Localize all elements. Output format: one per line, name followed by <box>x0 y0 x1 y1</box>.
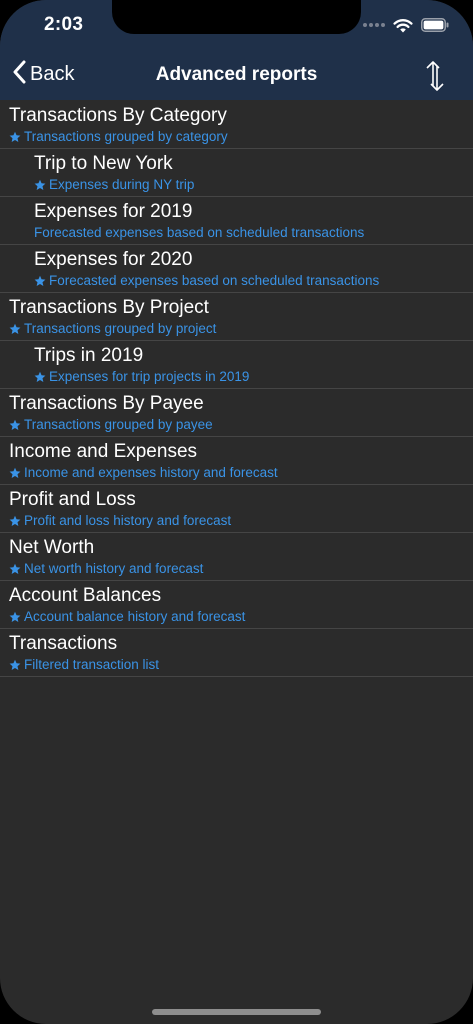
report-subtitle-line: Filtered transaction list <box>9 657 159 672</box>
report-subtitle-line: Transactions grouped by category <box>9 129 228 144</box>
sort-button[interactable] <box>423 60 447 92</box>
report-subtitle-line: Expenses for trip projects in 2019 <box>34 369 249 384</box>
home-indicator[interactable] <box>152 1009 321 1015</box>
phone-screen: 2:03 Back Advanced reports Transactions … <box>0 0 473 1024</box>
report-subtitle: Transactions grouped by payee <box>24 417 213 432</box>
report-row[interactable]: Profit and Loss Profit and loss history a… <box>0 485 473 533</box>
star-icon <box>9 659 21 671</box>
report-subtitle: Profit and loss history and forecast <box>24 513 232 528</box>
star-icon <box>9 563 21 575</box>
report-title: Transactions By Project <box>9 297 209 318</box>
report-row[interactable]: Expenses for 2020 Forecasted expenses bas… <box>0 245 473 293</box>
star-icon <box>9 515 21 527</box>
report-title: Account Balances <box>9 585 162 606</box>
report-title: Trips in 2019 <box>34 345 144 366</box>
star-icon <box>9 467 21 479</box>
status-icons <box>363 14 449 36</box>
report-row[interactable]: Transactions By Category Transactions gro… <box>0 101 473 149</box>
wifi-icon <box>393 18 413 33</box>
report-row[interactable]: Trips in 2019 Expenses for trip projects … <box>0 341 473 389</box>
sort-arrows-icon <box>426 61 444 91</box>
report-title: Expenses for 2019 <box>34 201 193 222</box>
signal-dots-icon <box>363 23 385 27</box>
report-title: Profit and Loss <box>9 489 136 510</box>
report-row[interactable]: Transactions By Project Transactions grou… <box>0 293 473 341</box>
report-subtitle: Income and expenses history and forecast <box>24 465 278 480</box>
report-subtitle: Expenses for trip projects in 2019 <box>49 369 250 384</box>
report-row[interactable]: Expenses for 2019 Forecasted expenses bas… <box>0 197 473 245</box>
report-subtitle: Transactions grouped by project <box>24 321 217 336</box>
report-list: Transactions By Category Transactions gro… <box>0 101 473 677</box>
report-subtitle-line: Account balance history and forecast <box>9 609 245 624</box>
status-time: 2:03 <box>44 14 84 35</box>
report-row[interactable]: Trip to New York Expenses during NY trip <box>0 149 473 197</box>
report-subtitle: Transactions grouped by category <box>24 129 228 144</box>
report-subtitle-line: Expenses during NY trip <box>34 177 194 192</box>
star-icon <box>9 131 21 143</box>
report-subtitle-line: Income and expenses history and forecast <box>9 465 278 480</box>
report-subtitle: Account balance history and forecast <box>24 609 246 624</box>
device-notch <box>112 0 361 34</box>
report-title: Income and Expenses <box>9 441 198 462</box>
report-title: Expenses for 2020 <box>34 249 193 270</box>
report-row[interactable]: Income and Expenses Income and expenses h… <box>0 437 473 485</box>
report-subtitle: Net worth history and forecast <box>24 561 204 576</box>
battery-icon <box>421 18 449 32</box>
report-subtitle: Forecasted expenses based on scheduled t… <box>34 225 365 240</box>
report-subtitle-line: Profit and loss history and forecast <box>9 513 231 528</box>
star-icon <box>9 611 21 623</box>
report-subtitle-line: Net worth history and forecast <box>9 561 203 576</box>
report-row[interactable]: Transactions By Payee Transactions groupe… <box>0 389 473 437</box>
report-subtitle-line: Forecasted expenses based on scheduled t… <box>34 273 379 288</box>
report-title: Net Worth <box>9 537 95 558</box>
report-subtitle: Forecasted expenses based on scheduled t… <box>49 273 380 288</box>
report-row[interactable]: Net Worth Net worth history and forecast <box>0 533 473 581</box>
report-title: Transactions <box>9 633 118 654</box>
report-subtitle-line: Transactions grouped by payee <box>9 417 213 432</box>
report-row[interactable]: Account Balances Account balance history … <box>0 581 473 629</box>
star-icon <box>34 275 46 287</box>
report-row[interactable]: Transactions Filtered transaction list <box>0 629 473 677</box>
page-title: Advanced reports <box>155 64 318 85</box>
report-subtitle: Filtered transaction list <box>24 657 160 672</box>
report-subtitle-line: Transactions grouped by project <box>9 321 216 336</box>
star-icon <box>34 371 46 383</box>
report-subtitle-line: Forecasted expenses based on scheduled t… <box>34 225 364 240</box>
navigation-bar: 2:03 Back Advanced reports <box>0 0 473 100</box>
report-subtitle: Expenses during NY trip <box>49 177 195 192</box>
report-title: Transactions By Category <box>9 105 227 126</box>
report-title: Transactions By Payee <box>9 393 204 414</box>
star-icon <box>9 323 21 335</box>
report-title: Trip to New York <box>34 153 173 174</box>
star-icon <box>34 179 46 191</box>
star-icon <box>9 419 21 431</box>
